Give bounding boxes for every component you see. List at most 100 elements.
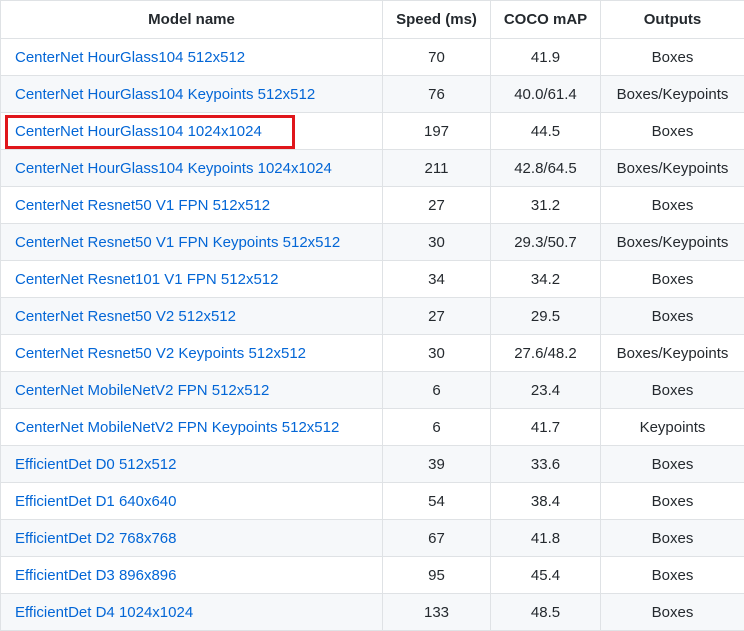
- outputs-cell: Boxes: [601, 113, 744, 150]
- model-link[interactable]: EfficientDet D4 1024x1024: [15, 604, 193, 621]
- outputs-cell: Boxes: [601, 520, 744, 557]
- speed-cell: 54: [383, 483, 491, 520]
- outputs-cell: Boxes: [601, 261, 744, 298]
- coco-map-cell: 27.6/48.2: [491, 335, 601, 372]
- speed-cell: 133: [383, 594, 491, 631]
- model-name-cell: CenterNet Resnet101 V1 FPN 512x512: [1, 261, 383, 298]
- model-link[interactable]: CenterNet HourGlass104 Keypoints 1024x10…: [15, 160, 332, 177]
- table-row: CenterNet HourGlass104 Keypoints 1024x10…: [1, 150, 744, 187]
- speed-cell: 27: [383, 298, 491, 335]
- model-link[interactable]: CenterNet Resnet50 V2 512x512: [15, 308, 236, 325]
- coco-map-cell: 33.6: [491, 446, 601, 483]
- table-row: CenterNet Resnet101 V1 FPN 512x512 3434.2…: [1, 261, 744, 298]
- outputs-cell: Boxes/Keypoints: [601, 224, 744, 261]
- model-name-cell: CenterNet Resnet50 V1 FPN Keypoints 512x…: [1, 224, 383, 261]
- coco-map-cell: 45.4: [491, 557, 601, 594]
- model-name-cell: CenterNet Resnet50 V2 512x512: [1, 298, 383, 335]
- speed-cell: 95: [383, 557, 491, 594]
- speed-cell: 6: [383, 372, 491, 409]
- table-row: CenterNet HourGlass104 512x512 7041.9Boxe…: [1, 39, 744, 76]
- table-row: EfficientDet D2 768x768 6741.8Boxes: [1, 520, 744, 557]
- table-row: CenterNet MobileNetV2 FPN Keypoints 512x…: [1, 409, 744, 446]
- model-name-cell: CenterNet MobileNetV2 FPN Keypoints 512x…: [1, 409, 383, 446]
- model-name-cell-highlighted: CenterNet HourGlass104 1024x1024: [1, 113, 383, 150]
- model-name-cell: CenterNet HourGlass104 512x512: [1, 39, 383, 76]
- speed-cell: 76: [383, 76, 491, 113]
- header-outputs: Outputs: [601, 1, 744, 39]
- table-row: CenterNet HourGlass104 Keypoints 512x512…: [1, 76, 744, 113]
- coco-map-cell: 41.9: [491, 39, 601, 76]
- coco-map-cell: 41.7: [491, 409, 601, 446]
- model-link[interactable]: CenterNet Resnet101 V1 FPN 512x512: [15, 271, 279, 288]
- model-link[interactable]: CenterNet Resnet50 V2 Keypoints 512x512: [15, 345, 306, 362]
- model-name-cell: CenterNet Resnet50 V2 Keypoints 512x512: [1, 335, 383, 372]
- outputs-cell: Boxes: [601, 39, 744, 76]
- table-row: CenterNet Resnet50 V1 FPN 512x512 2731.2B…: [1, 187, 744, 224]
- outputs-cell: Boxes: [601, 372, 744, 409]
- speed-cell: 197: [383, 113, 491, 150]
- table-row: CenterNet Resnet50 V1 FPN Keypoints 512x…: [1, 224, 744, 261]
- table-header: Model name Speed (ms) COCO mAP Outputs: [1, 1, 744, 39]
- model-link[interactable]: EfficientDet D0 512x512: [15, 456, 177, 473]
- outputs-cell: Boxes/Keypoints: [601, 335, 744, 372]
- outputs-cell: Boxes: [601, 483, 744, 520]
- model-link[interactable]: CenterNet HourGlass104 Keypoints 512x512: [15, 86, 315, 103]
- model-name-cell: EfficientDet D1 640x640: [1, 483, 383, 520]
- model-name-cell: CenterNet HourGlass104 Keypoints 512x512: [1, 76, 383, 113]
- outputs-cell: Boxes/Keypoints: [601, 76, 744, 113]
- speed-cell: 27: [383, 187, 491, 224]
- outputs-cell: Boxes: [601, 594, 744, 631]
- header-model-name: Model name: [1, 1, 383, 39]
- table-row: EfficientDet D0 512x5123933.6Boxes: [1, 446, 744, 483]
- model-name-cell: CenterNet HourGlass104 Keypoints 1024x10…: [1, 150, 383, 187]
- outputs-cell: Boxes/Keypoints: [601, 150, 744, 187]
- coco-map-cell: 34.2: [491, 261, 601, 298]
- speed-cell: 30: [383, 224, 491, 261]
- coco-map-cell: 29.3/50.7: [491, 224, 601, 261]
- model-link[interactable]: CenterNet Resnet50 V1 FPN Keypoints 512x…: [15, 234, 340, 251]
- model-link[interactable]: EfficientDet D3 896x896: [15, 567, 177, 584]
- coco-map-cell: 29.5: [491, 298, 601, 335]
- model-link[interactable]: CenterNet MobileNetV2 FPN 512x512: [15, 382, 269, 399]
- coco-map-cell: 31.2: [491, 187, 601, 224]
- speed-cell: 39: [383, 446, 491, 483]
- model-link[interactable]: CenterNet Resnet50 V1 FPN 512x512: [15, 197, 270, 214]
- model-name-cell: EfficientDet D3 896x896: [1, 557, 383, 594]
- table-row: CenterNet Resnet50 V2 512x512 2729.5Boxes: [1, 298, 744, 335]
- model-name-cell: CenterNet Resnet50 V1 FPN 512x512: [1, 187, 383, 224]
- outputs-cell: Boxes: [601, 187, 744, 224]
- header-speed: Speed (ms): [383, 1, 491, 39]
- model-link[interactable]: CenterNet HourGlass104 1024x1024: [15, 123, 262, 140]
- model-name-cell: EfficientDet D0 512x512: [1, 446, 383, 483]
- coco-map-cell: 38.4: [491, 483, 601, 520]
- model-name-cell: EfficientDet D2 768x768: [1, 520, 383, 557]
- header-row: Model name Speed (ms) COCO mAP Outputs: [1, 1, 744, 39]
- table-row: EfficientDet D3 896x8969545.4Boxes: [1, 557, 744, 594]
- coco-map-cell: 41.8: [491, 520, 601, 557]
- speed-cell: 211: [383, 150, 491, 187]
- model-name-cell: CenterNet MobileNetV2 FPN 512x512: [1, 372, 383, 409]
- outputs-cell: Boxes: [601, 298, 744, 335]
- model-link[interactable]: CenterNet HourGlass104 512x512: [15, 49, 245, 66]
- model-link[interactable]: EfficientDet D2 768x768: [15, 530, 177, 547]
- speed-cell: 67: [383, 520, 491, 557]
- speed-cell: 34: [383, 261, 491, 298]
- table-row: EfficientDet D1 640x640 5438.4Boxes: [1, 483, 744, 520]
- speed-cell: 6: [383, 409, 491, 446]
- table-row: EfficientDet D4 1024x1024 13348.5Boxes: [1, 594, 744, 631]
- header-coco-map: COCO mAP: [491, 1, 601, 39]
- coco-map-cell: 23.4: [491, 372, 601, 409]
- table-body: CenterNet HourGlass104 512x5127041.9Boxe…: [1, 39, 744, 631]
- coco-map-cell: 48.5: [491, 594, 601, 631]
- coco-map-cell: 40.0/61.4: [491, 76, 601, 113]
- model-link[interactable]: CenterNet MobileNetV2 FPN Keypoints 512x…: [15, 419, 339, 436]
- model-name-cell: EfficientDet D4 1024x1024: [1, 594, 383, 631]
- speed-cell: 30: [383, 335, 491, 372]
- model-link[interactable]: EfficientDet D1 640x640: [15, 493, 177, 510]
- table-row: CenterNet HourGlass104 1024x1024 19744.5B…: [1, 113, 744, 150]
- coco-map-cell: 44.5: [491, 113, 601, 150]
- coco-map-cell: 42.8/64.5: [491, 150, 601, 187]
- outputs-cell: Keypoints: [601, 409, 744, 446]
- speed-cell: 70: [383, 39, 491, 76]
- table-row: CenterNet MobileNetV2 FPN 512x512 623.4Bo…: [1, 372, 744, 409]
